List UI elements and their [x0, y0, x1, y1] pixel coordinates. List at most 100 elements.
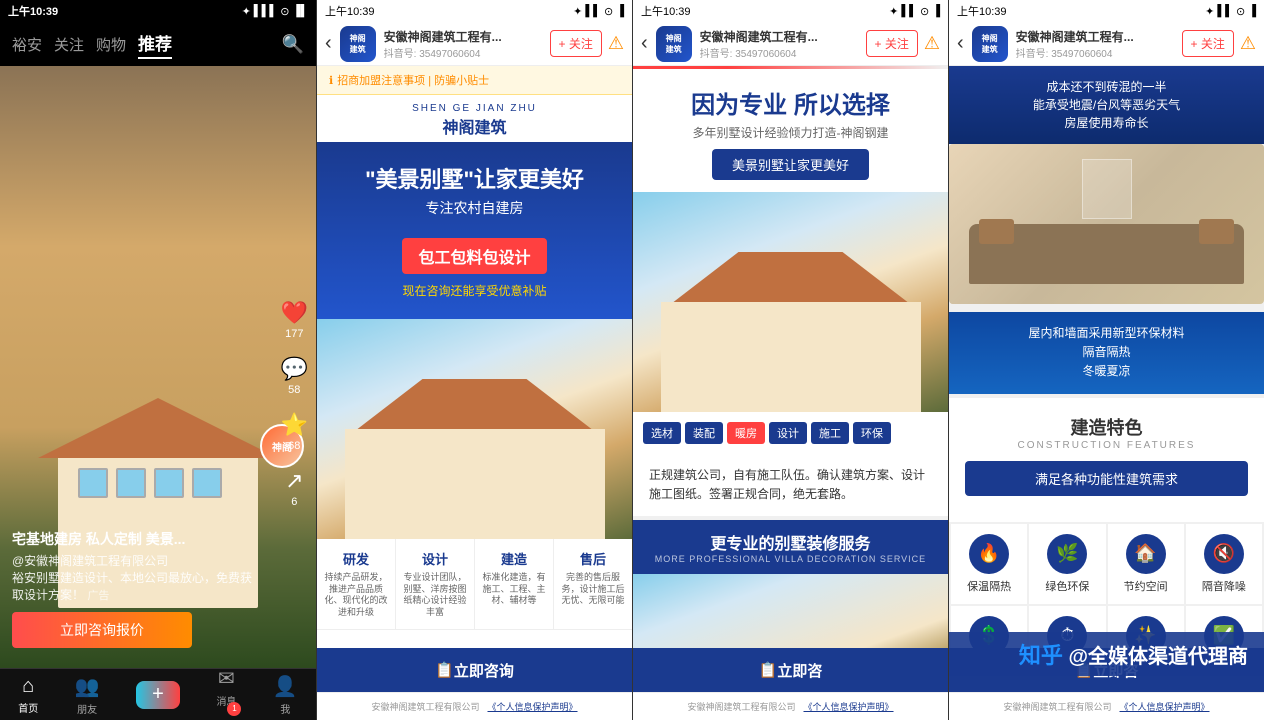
villa-house-2 — [345, 379, 605, 539]
feature-col-service[interactable]: 售后 完善的售后服务，设计施工后无忧、无限可能 — [554, 539, 632, 629]
features-icon-grid: 🔥 保温隔热 🌿 绿色环保 🏠 节约空间 🔇 隔音降噪 💲 性价比高 ⏱ — [949, 522, 1264, 648]
nav-bar-1: 裕安 关注 购物 推荐 🔍 — [0, 22, 316, 66]
construction-section: 建造特色 CONSTRUCTION FEATURES 满足各种功能性建筑需求 — [949, 398, 1264, 522]
feature-green: 🌿 绿色环保 — [1029, 524, 1105, 604]
search-icon[interactable]: 🔍 — [282, 34, 304, 55]
nav-item-recommend[interactable]: 推荐 — [138, 30, 172, 59]
signal-icon: ▌▌▌ — [254, 5, 277, 17]
detail-scroll-2[interactable]: SHEN GE JIAN ZHU 神阁建筑 "美景别墅"让家更美好 专注农村自建… — [317, 95, 632, 648]
bottom-nav: ⌂ 首页 👥 朋友 + ✉ 消息 1 👤 我 — [0, 668, 316, 720]
tag-material: 选材 — [643, 422, 681, 444]
tag-eco: 环保 — [853, 422, 891, 444]
brand-logo-text: 神阁建筑 — [317, 114, 632, 138]
info-icon-2: ℹ — [329, 74, 333, 87]
headline-cta-btn-3[interactable]: 美景别墅让家更美好 — [712, 149, 869, 180]
body-text-3: 正规建筑公司，自有施工队伍。确认建筑方案、设计施工图纸。签署正规合同，绝无套路。 — [649, 466, 932, 504]
create-button[interactable]: + — [136, 681, 180, 709]
follow-button-4[interactable]: + 关注 — [1182, 30, 1234, 57]
nav-item-follow[interactable]: 关注 — [54, 34, 84, 55]
status-time-1: 上午10:39 — [8, 3, 58, 19]
alert-bar-2: ℹ 招商加盟注意事项 | 防骗小贴士 — [317, 66, 632, 95]
consult-icon-3: 📋 — [759, 661, 778, 679]
footer-4: 安徽神阁建筑工程有限公司 《个人信息保护声明》 — [949, 692, 1264, 720]
home-icon: ⌂ — [22, 675, 34, 698]
construction-cta[interactable]: 满足各种功能性建筑需求 — [965, 461, 1248, 496]
message-icon: ✉ — [218, 666, 235, 691]
battery-icon-2: ▐ — [616, 5, 624, 17]
bt-icon-3: ✦ — [889, 5, 898, 18]
video-area: 神阁 ❤️ 177 💬 58 ⭐ 68 ↗ 6 宅基地建房 私人定制 美景... — [0, 66, 316, 668]
signal-icon-3: ▌▌ — [901, 5, 917, 17]
headline-sub-3: 多年别墅设计经验倾力打造-神阁钢建 — [633, 124, 948, 149]
bottom-cta-2[interactable]: 📋 立即咨询 — [317, 648, 632, 692]
profile-icon: 👤 — [273, 674, 298, 699]
construction-sub: CONSTRUCTION FEATURES — [965, 440, 1248, 451]
nav-item-yuans[interactable]: 裕安 — [12, 34, 42, 55]
feature-col-design[interactable]: 设计 专业设计团队，别墅、洋房按图纸精心设计经验丰富 — [396, 539, 475, 629]
back-button-3[interactable]: ‹ — [641, 32, 648, 55]
status-icons-1: ✦ ▌▌▌ ⊙ ▐▌ — [242, 5, 308, 18]
nav-home[interactable]: ⌂ 首页 — [18, 675, 38, 715]
feature-thermal: 🔥 保温隔热 — [951, 524, 1027, 604]
follow-button-3[interactable]: + 关注 — [866, 30, 918, 57]
company-name-4: 安徽神阁建筑工程有... — [1016, 28, 1134, 45]
nav-profile[interactable]: 👤 我 — [273, 674, 298, 716]
consult-icon-2: 📋 — [435, 661, 454, 679]
tag-warm: 暖房 — [727, 422, 765, 444]
tag-assembly: 装配 — [685, 422, 723, 444]
company-id-2: 抖音号: 35497060604 — [384, 45, 502, 60]
nav-messages[interactable]: ✉ 消息 1 — [216, 666, 236, 720]
detail-scroll-3[interactable]: 因为专业 所以选择 多年别墅设计经验倾力打造-神阁钢建 美景别墅让家更美好 选材… — [633, 69, 948, 648]
comment-button[interactable]: 💬 58 — [281, 356, 308, 396]
watermark-overlay: 知乎 @全媒体渠道代理商 — [949, 632, 1264, 676]
signal-icon-4: ▌▌ — [1217, 5, 1233, 17]
hero-sub-2: 专注农村自建房 — [333, 198, 616, 218]
cushion-left — [979, 219, 1014, 244]
feature-col-research[interactable]: 研发 持续产品研发，推进产品品质化、现代化的改进和升级 — [317, 539, 396, 629]
headline-cta-3: 美景别墅让家更美好 — [633, 149, 948, 192]
nav-friends[interactable]: 👥 朋友 — [75, 674, 100, 716]
privacy-link-2[interactable]: 《个人信息保护声明》 — [488, 700, 578, 713]
status-icons-2: ✦ ▌▌ ⊙ ▐ — [573, 5, 624, 18]
message-badge: 1 — [227, 702, 241, 716]
like-button[interactable]: ❤️ 177 — [281, 300, 308, 340]
feature-col-build[interactable]: 建造 标准化建造，有施工、工程、主材、辅材等 — [475, 539, 554, 629]
collect-button[interactable]: ⭐ 68 — [281, 412, 308, 452]
company-logo-3: 神阁建筑 — [656, 26, 692, 62]
company-info-3: 神阁建筑 安徽神阁建筑工程有... 抖音号: 35497060604 — [656, 26, 866, 62]
wall-art — [1082, 159, 1132, 219]
space-icon: 🏠 — [1126, 534, 1166, 574]
footer-2: 安徽神阁建筑工程有限公司 《个人信息保护声明》 — [317, 692, 632, 720]
back-button-2[interactable]: ‹ — [325, 32, 332, 55]
cta-button-1[interactable]: 立即咨询报价 — [12, 612, 192, 648]
tag-design: 设计 — [769, 422, 807, 444]
company-name-3: 安徽神阁建筑工程有... — [700, 28, 818, 45]
follow-button-2[interactable]: + 关注 — [550, 30, 602, 57]
bluetooth-icon: ✦ — [242, 5, 251, 18]
detail-scroll-4[interactable]: 成本还不到砖混的一半 能承受地震/台风等恶劣天气 房屋使用寿命长 屋内和墙面采用… — [949, 66, 1264, 648]
more-title-3: 更专业的别墅装修服务 — [643, 530, 938, 554]
share-button[interactable]: ↗ 6 — [285, 468, 303, 508]
privacy-link-4[interactable]: 《个人信息保护声明》 — [1120, 700, 1210, 713]
brand-sub: SHEN GE JIAN ZHU — [317, 103, 632, 114]
feature-sound: 🔇 隔音降噪 — [1186, 524, 1262, 604]
bt-icon-4: ✦ — [1205, 5, 1214, 18]
window-1 — [78, 468, 108, 498]
cushion-right — [1199, 219, 1234, 244]
warn-icon-3: ⚠ — [924, 33, 940, 54]
warn-icon-4: ⚠ — [1240, 33, 1256, 54]
nav-item-shop[interactable]: 购物 — [96, 34, 126, 55]
bottom-cta-3[interactable]: 📋 立即咨 — [633, 648, 948, 692]
detail-nav-3: ‹ 神阁建筑 安徽神阁建筑工程有... 抖音号: 35497060604 + 关… — [633, 22, 948, 66]
sound-icon: 🔇 — [1204, 534, 1244, 574]
house-windows — [58, 448, 258, 518]
headline-3: 因为专业 所以选择 — [633, 69, 948, 124]
top-text-4: 成本还不到砖混的一半 能承受地震/台风等恶劣天气 房屋使用寿命长 — [949, 66, 1264, 144]
construction-title: 建造特色 — [965, 414, 1248, 440]
company-text-2: 安徽神阁建筑工程有... 抖音号: 35497060604 — [384, 28, 502, 60]
privacy-link-3[interactable]: 《个人信息保护声明》 — [804, 700, 894, 713]
villa-img-3 — [633, 192, 948, 412]
more-services-3: 更专业的别墅装修服务 MORE PROFESSIONAL VILLA DECOR… — [633, 520, 948, 574]
villa-house-3 — [661, 252, 921, 412]
back-button-4[interactable]: ‹ — [957, 32, 964, 55]
